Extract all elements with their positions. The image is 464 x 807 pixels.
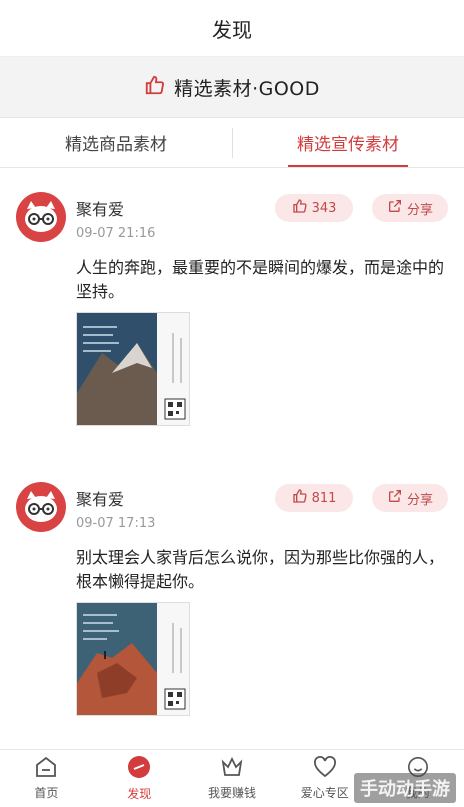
- share-button[interactable]: 分享: [372, 194, 448, 222]
- share-label: 分享: [406, 202, 433, 218]
- avatar[interactable]: [16, 482, 66, 532]
- tab-label: 精选商品素材: [65, 135, 167, 155]
- thumbs-up-icon: [292, 488, 308, 508]
- discover-icon: [127, 755, 151, 782]
- poster-image[interactable]: [76, 312, 190, 426]
- tab-label: 精选宣传素材: [297, 135, 399, 155]
- share-icon: [387, 198, 403, 218]
- crown-icon: [220, 756, 244, 781]
- share-button[interactable]: 分享: [372, 484, 448, 512]
- nav-label: 我要赚钱: [207, 786, 256, 800]
- nav-home[interactable]: 首页: [0, 750, 93, 807]
- cat-face-icon: [25, 491, 57, 522]
- like-button[interactable]: 343: [275, 194, 353, 222]
- heart-icon: [313, 756, 337, 781]
- share-icon: [387, 488, 403, 508]
- nav-earn-money[interactable]: 我要赚钱: [186, 750, 279, 807]
- top-bar: 发现: [0, 0, 464, 56]
- like-count: 343: [311, 200, 337, 216]
- post-time: 09-07 17:13: [76, 516, 156, 531]
- share-label: 分享: [406, 492, 433, 508]
- like-count: 811: [311, 490, 337, 506]
- thumbs-up-icon: [292, 198, 308, 218]
- post-time: 09-07 21:16: [76, 226, 156, 241]
- poster-image[interactable]: [76, 602, 190, 716]
- tab-product-materials[interactable]: 精选商品素材: [0, 118, 232, 167]
- post-content: 别太理会人家背后怎么说你，因为那些比你强的人，根本懒得提起你。: [76, 548, 445, 591]
- featured-banner: 精选素材·GOOD: [0, 56, 464, 118]
- nav-label: 发现: [127, 787, 152, 801]
- username[interactable]: 聚有爱: [76, 486, 124, 510]
- tab-bar: 精选商品素材 精选宣传素材: [0, 118, 464, 168]
- cat-face-icon: [25, 201, 57, 232]
- avatar[interactable]: [16, 192, 66, 242]
- post-content: 人生的奔跑，最重要的不是瞬间的爆发，而是途中的坚持。: [76, 258, 445, 301]
- nav-label: 爱心专区: [300, 786, 349, 800]
- like-button[interactable]: 811: [275, 484, 353, 512]
- watermark: 手动动手游: [354, 773, 456, 803]
- thumbs-up-icon: [144, 74, 166, 100]
- banner-text: 精选素材·GOOD: [174, 77, 320, 100]
- nav-discover[interactable]: 发现: [93, 750, 186, 807]
- post-feed: 聚有爱 09-07 21:16 343 分享 人生的奔跑，最重要的不是瞬间的爆发…: [0, 170, 464, 750]
- home-icon: [34, 756, 58, 781]
- nav-label: 首页: [34, 786, 59, 800]
- tab-promo-materials[interactable]: 精选宣传素材: [232, 118, 464, 167]
- post-item: 聚有爱 09-07 17:13 811 分享 别太理会人家背后怎么说你，因为那些…: [0, 460, 464, 750]
- post-item: 聚有爱 09-07 21:16 343 分享 人生的奔跑，最重要的不是瞬间的爆发…: [0, 170, 464, 460]
- username[interactable]: 聚有爱: [76, 196, 124, 220]
- page-title: 发现: [212, 17, 252, 42]
